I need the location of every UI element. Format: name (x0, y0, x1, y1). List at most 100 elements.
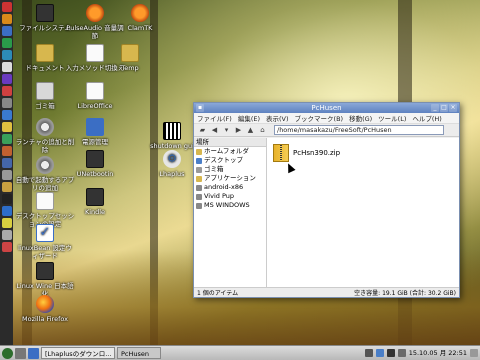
desktop-icon-wine[interactable]: Linux Wine 日本語化 (15, 262, 75, 298)
menu-file[interactable]: ファイル(F) (197, 113, 232, 123)
desktop-icon-kindle[interactable]: Kindle (65, 188, 125, 216)
app-icon[interactable] (1, 74, 12, 84)
app-icon[interactable] (1, 242, 12, 252)
app-icon[interactable] (1, 134, 12, 144)
settings-icon (36, 192, 54, 210)
desktop-icon-label: linuxBean 設定ウィザード (18, 244, 72, 260)
place-home[interactable]: ホームフォルダ (194, 147, 266, 156)
checkmark-icon: ✓ (36, 224, 54, 242)
place-trash[interactable]: ゴミ箱 (194, 165, 266, 174)
show-desktop-button[interactable] (15, 347, 26, 359)
desktop-icon-unetbootin[interactable]: UNetbootin (65, 150, 125, 178)
app-icon[interactable] (1, 146, 12, 156)
app-icon[interactable] (1, 158, 12, 168)
file-item[interactable]: PcHsn390.zip (273, 144, 340, 162)
app-icon[interactable] (1, 206, 12, 216)
place-android-x86[interactable]: android-x86 (194, 183, 266, 192)
app-icon[interactable] (1, 170, 12, 180)
desktop-icon-temp[interactable]: Temp (100, 44, 160, 72)
drive-icon (196, 184, 202, 191)
minimize-icon[interactable]: _ (431, 104, 439, 112)
app-icon[interactable] (1, 122, 12, 132)
menu-edit[interactable]: 編集(E) (238, 113, 260, 123)
desktop-icon-label: Mozilla Firefox (22, 315, 68, 323)
gear-icon[interactable] (1, 98, 12, 108)
item-count: 1 個のアイテム (197, 290, 239, 297)
file-manager-launcher[interactable] (28, 347, 39, 359)
taskbar: [Lhaplusのダウンロ... PcHusen 15.10.05 月 22:5… (0, 345, 480, 360)
tray-menu-icon[interactable] (470, 349, 478, 357)
window-body: 場所 ホームフォルダ デスクトップ ゴミ箱 アプリケーション android-x… (194, 138, 459, 287)
up-icon[interactable]: ▲ (246, 126, 255, 135)
place-applications[interactable]: アプリケーション (194, 174, 266, 183)
app-icon[interactable] (1, 86, 12, 96)
history-dropdown-icon[interactable]: ▾ (222, 126, 231, 135)
opera-icon[interactable] (1, 2, 12, 12)
window-menu-icon[interactable]: ▪ (196, 104, 204, 112)
menu-tools[interactable]: ツール(L) (378, 113, 406, 123)
window-titlebar[interactable]: ▪ PcHusen _ □ × (194, 103, 459, 113)
usb-drive-icon (86, 150, 104, 168)
app-icon[interactable] (1, 50, 12, 60)
close-icon[interactable]: × (449, 104, 457, 112)
app-icon[interactable] (1, 62, 12, 72)
taskbar-item-lhaplus[interactable]: [Lhaplusのダウンロ... (41, 347, 115, 359)
place-vivid-pup[interactable]: Vivid Pup (194, 192, 266, 201)
place-ms-windows[interactable]: MS WINDOWS (194, 201, 266, 210)
back-icon[interactable]: ◀ (210, 126, 219, 135)
terminal-icon[interactable] (1, 194, 12, 204)
app-icon[interactable] (1, 38, 12, 48)
taskbar-item-pchusen[interactable]: PcHusen (117, 347, 161, 359)
network-icon[interactable] (375, 349, 384, 357)
trash-icon (36, 82, 54, 100)
desktop-icon-label: Temp (121, 64, 139, 72)
place-label: MS WINDOWS (204, 201, 250, 209)
gear-icon (36, 118, 54, 136)
file-name: PcHsn390.zip (293, 149, 341, 157)
place-label: デスクトップ (204, 156, 243, 164)
address-bar[interactable]: /home/masakazu/FreeSoft/PcHusen (274, 125, 444, 135)
desktop-icon-power[interactable]: 電源管理 (65, 118, 125, 146)
app-icon[interactable] (1, 110, 12, 120)
menu-go[interactable]: 移動(G) (349, 113, 372, 123)
zip-archive-icon (273, 144, 289, 162)
start-menu-button[interactable] (2, 347, 13, 359)
forward-icon[interactable]: ▶ (234, 126, 243, 135)
desktop-icon-label: Kindle (84, 208, 106, 216)
applications-icon (196, 175, 202, 182)
app-icon[interactable] (1, 26, 12, 36)
home-icon[interactable]: ⌂ (258, 126, 267, 135)
menu-bookmarks[interactable]: ブックマーク(B) (295, 113, 344, 123)
file-list-pane[interactable]: PcHsn390.zip (267, 138, 459, 287)
drive-icon (196, 202, 202, 209)
menu-help[interactable]: ヘルプ(H) (412, 113, 441, 123)
launcher-dock (0, 0, 13, 345)
volume-icon[interactable] (386, 349, 395, 357)
clock[interactable]: 15.10.05 月 22:51 (409, 347, 467, 359)
keyboard-icon[interactable] (364, 349, 373, 357)
menubar: ファイル(F) 編集(E) 表示(V) ブックマーク(B) 移動(G) ツール(… (194, 113, 459, 124)
system-tray: 15.10.05 月 22:51 (364, 347, 478, 359)
window-title: PcHusen (311, 104, 342, 112)
folder-icon (36, 44, 54, 62)
desktop-icon-linuxbean-wizard[interactable]: ✓ linuxBean 設定ウィザード (15, 224, 75, 260)
desktop-icon-libreoffice[interactable]: LibreOffice (65, 82, 125, 110)
speaker-icon (86, 4, 104, 22)
desktop-icon-clamtk[interactable]: ClamTK (110, 4, 170, 32)
app-icon[interactable] (1, 182, 12, 192)
shutdown-icon (163, 122, 181, 140)
places-header[interactable]: 場所 (194, 138, 266, 147)
place-desktop[interactable]: デスクトップ (194, 156, 266, 165)
kindle-icon (86, 188, 104, 206)
app-icon[interactable] (1, 14, 12, 24)
maximize-icon[interactable]: □ (440, 104, 448, 112)
new-tab-icon[interactable]: ▰ (198, 126, 207, 135)
battery-icon[interactable] (397, 349, 406, 357)
desktop-icon-firefox[interactable]: Mozilla Firefox (15, 295, 75, 323)
menu-view[interactable]: 表示(V) (266, 113, 289, 123)
app-icon[interactable] (1, 230, 12, 240)
place-label: ゴミ箱 (204, 165, 224, 173)
place-label: アプリケーション (204, 174, 256, 182)
firefox-icon (36, 295, 54, 313)
app-icon[interactable] (1, 218, 12, 228)
